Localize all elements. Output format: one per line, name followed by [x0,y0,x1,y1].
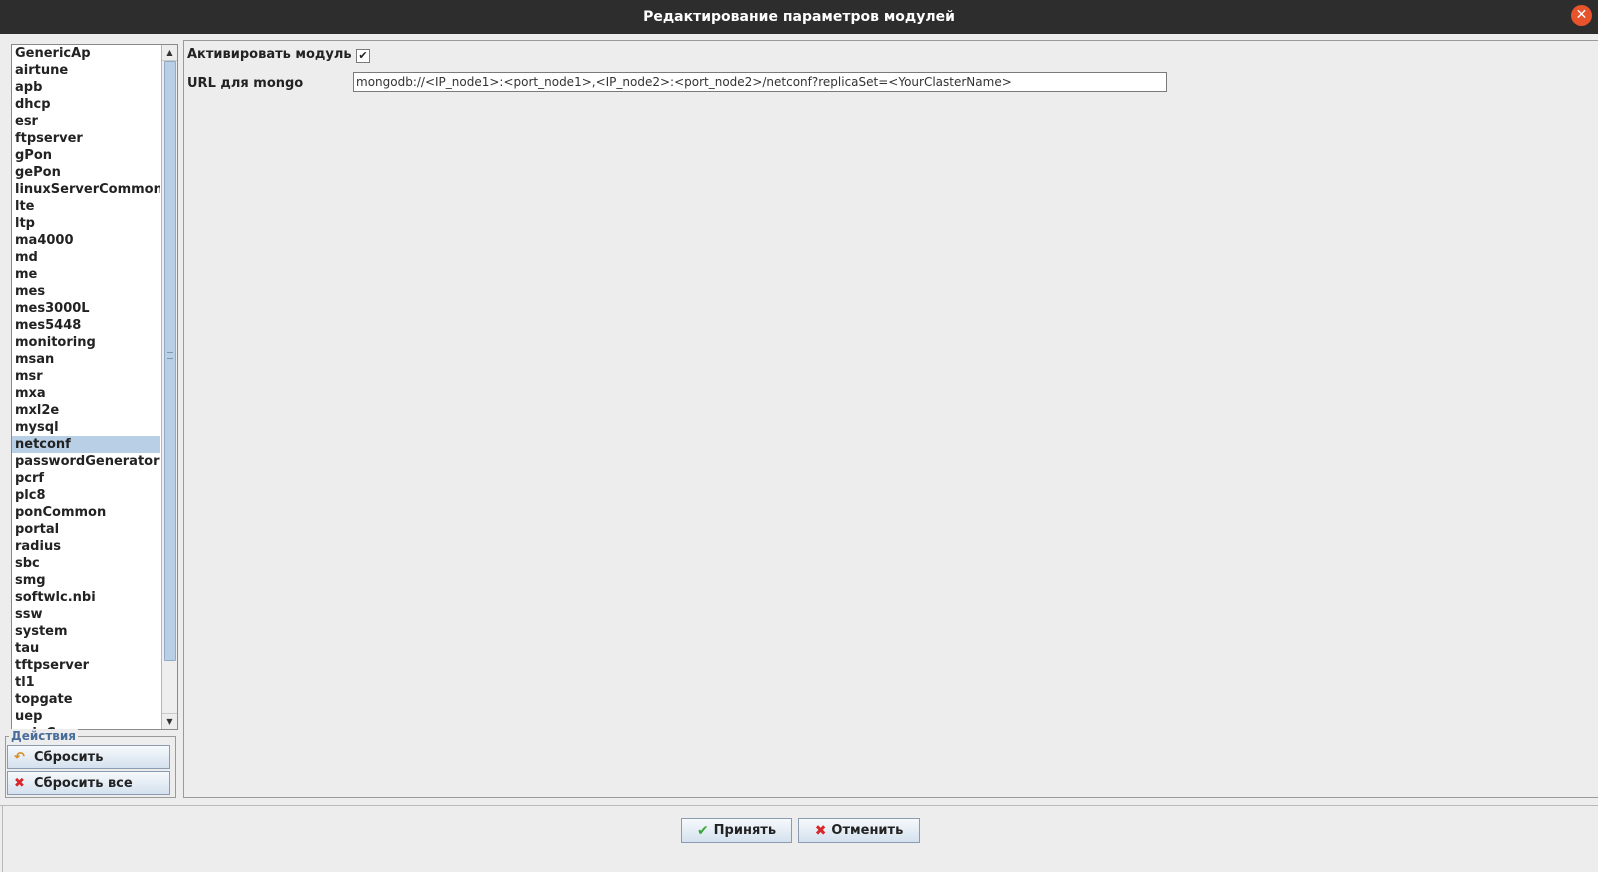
accept-label: Принять [713,823,777,838]
list-item[interactable]: mxa [12,385,160,402]
activate-module-label: Активировать модуль [187,47,352,62]
actions-group: Действия ↶ Сбросить ✖ Сбросить все [5,729,176,798]
list-item[interactable]: uep [12,708,160,725]
list-item[interactable]: tftpserver [12,657,160,674]
undo-arrow-icon: ↶ [14,749,25,765]
cancel-button[interactable]: ✖ Отменить [798,818,920,843]
list-item[interactable]: ma4000 [12,232,160,249]
reset-label: Сбросить [34,749,104,765]
window-title: Редактирование параметров модулей [643,9,955,25]
scroll-down-icon[interactable]: ▼ [162,713,177,729]
list-item[interactable]: topgate [12,691,160,708]
list-item[interactable]: ftpserver [12,130,160,147]
list-item[interactable]: dhcp [12,96,160,113]
checkmark-icon: ✔ [358,49,368,62]
module-list-scrollbar[interactable]: ▲ ▼ [161,45,177,729]
list-item[interactable]: pcrf [12,470,160,487]
activate-module-checkbox[interactable]: ✔ [356,49,370,63]
scroll-up-icon[interactable]: ▲ [162,45,177,61]
list-item[interactable]: lte [12,198,160,215]
settings-panel: Активировать модуль ✔ URL для mongo mong… [183,40,1598,798]
dialog-content: GenericAp airtune apb dhcp esr ftpserver gPon g… [0,34,1598,872]
list-item[interactable]: mes [12,283,160,300]
list-item[interactable]: mes3000L [12,300,160,317]
list-item[interactable]: msan [12,351,160,368]
list-item[interactable]: mxl2e [12,402,160,419]
list-item[interactable]: esr [12,113,160,130]
list-item[interactable]: gePon [12,164,160,181]
list-item[interactable]: tau [12,640,160,657]
mongo-url-label: URL для mongo [187,76,304,91]
thumb-grip-icon [167,352,173,359]
scroll-thumb[interactable] [164,61,176,661]
bottom-separator [0,805,1598,806]
list-item[interactable]: monitoring [12,334,160,351]
list-item[interactable]: smg [12,572,160,589]
list-item[interactable]: linuxServerCommon [12,181,160,198]
list-item[interactable]: apb [12,79,160,96]
list-item[interactable]: me [12,266,160,283]
actions-legend: Действия [9,729,79,743]
module-list-panel: GenericAp airtune apb dhcp esr ftpserver gPon g… [11,44,178,730]
reset-all-button[interactable]: ✖ Сбросить все [7,771,170,795]
list-item[interactable]: passwordGenerator [12,453,160,470]
mongo-url-input[interactable]: mongodb://<IP_node1>:<port_node1>,<IP_no… [353,72,1167,92]
list-item[interactable]: GenericAp [12,45,160,62]
bottom-left-border [2,805,3,872]
list-item[interactable]: system [12,623,160,640]
red-x-icon: ✖ [814,822,827,839]
list-item[interactable]: airtune [12,62,160,79]
list-item[interactable]: ltp [12,215,160,232]
list-item[interactable]: netconf [12,436,160,453]
list-item[interactable]: msr [12,368,160,385]
module-list[interactable]: GenericAp airtune apb dhcp esr ftpserver gPon g… [12,45,160,729]
close-icon[interactable]: ✕ [1571,5,1592,26]
red-x-icon: ✖ [14,775,25,791]
reset-button[interactable]: ↶ Сбросить [7,745,170,769]
list-item[interactable]: mes5448 [12,317,160,334]
list-item[interactable]: tl1 [12,674,160,691]
list-item[interactable]: radius [12,538,160,555]
window-titlebar: Редактирование параметров модулей ✕ [0,0,1598,34]
list-item[interactable]: portal [12,521,160,538]
reset-all-label: Сбросить все [34,775,133,791]
list-item[interactable]: softwlc.nbi [12,589,160,606]
list-item[interactable]: ponCommon [12,504,160,521]
list-item[interactable]: ssw [12,606,160,623]
list-item[interactable]: md [12,249,160,266]
list-item[interactable]: gPon [12,147,160,164]
list-item[interactable]: mysql [12,419,160,436]
cancel-label: Отменить [831,823,904,838]
list-item[interactable]: sbc [12,555,160,572]
accept-button[interactable]: ✔ Принять [681,818,792,843]
check-icon: ✔ [696,822,709,839]
list-item[interactable]: plc8 [12,487,160,504]
